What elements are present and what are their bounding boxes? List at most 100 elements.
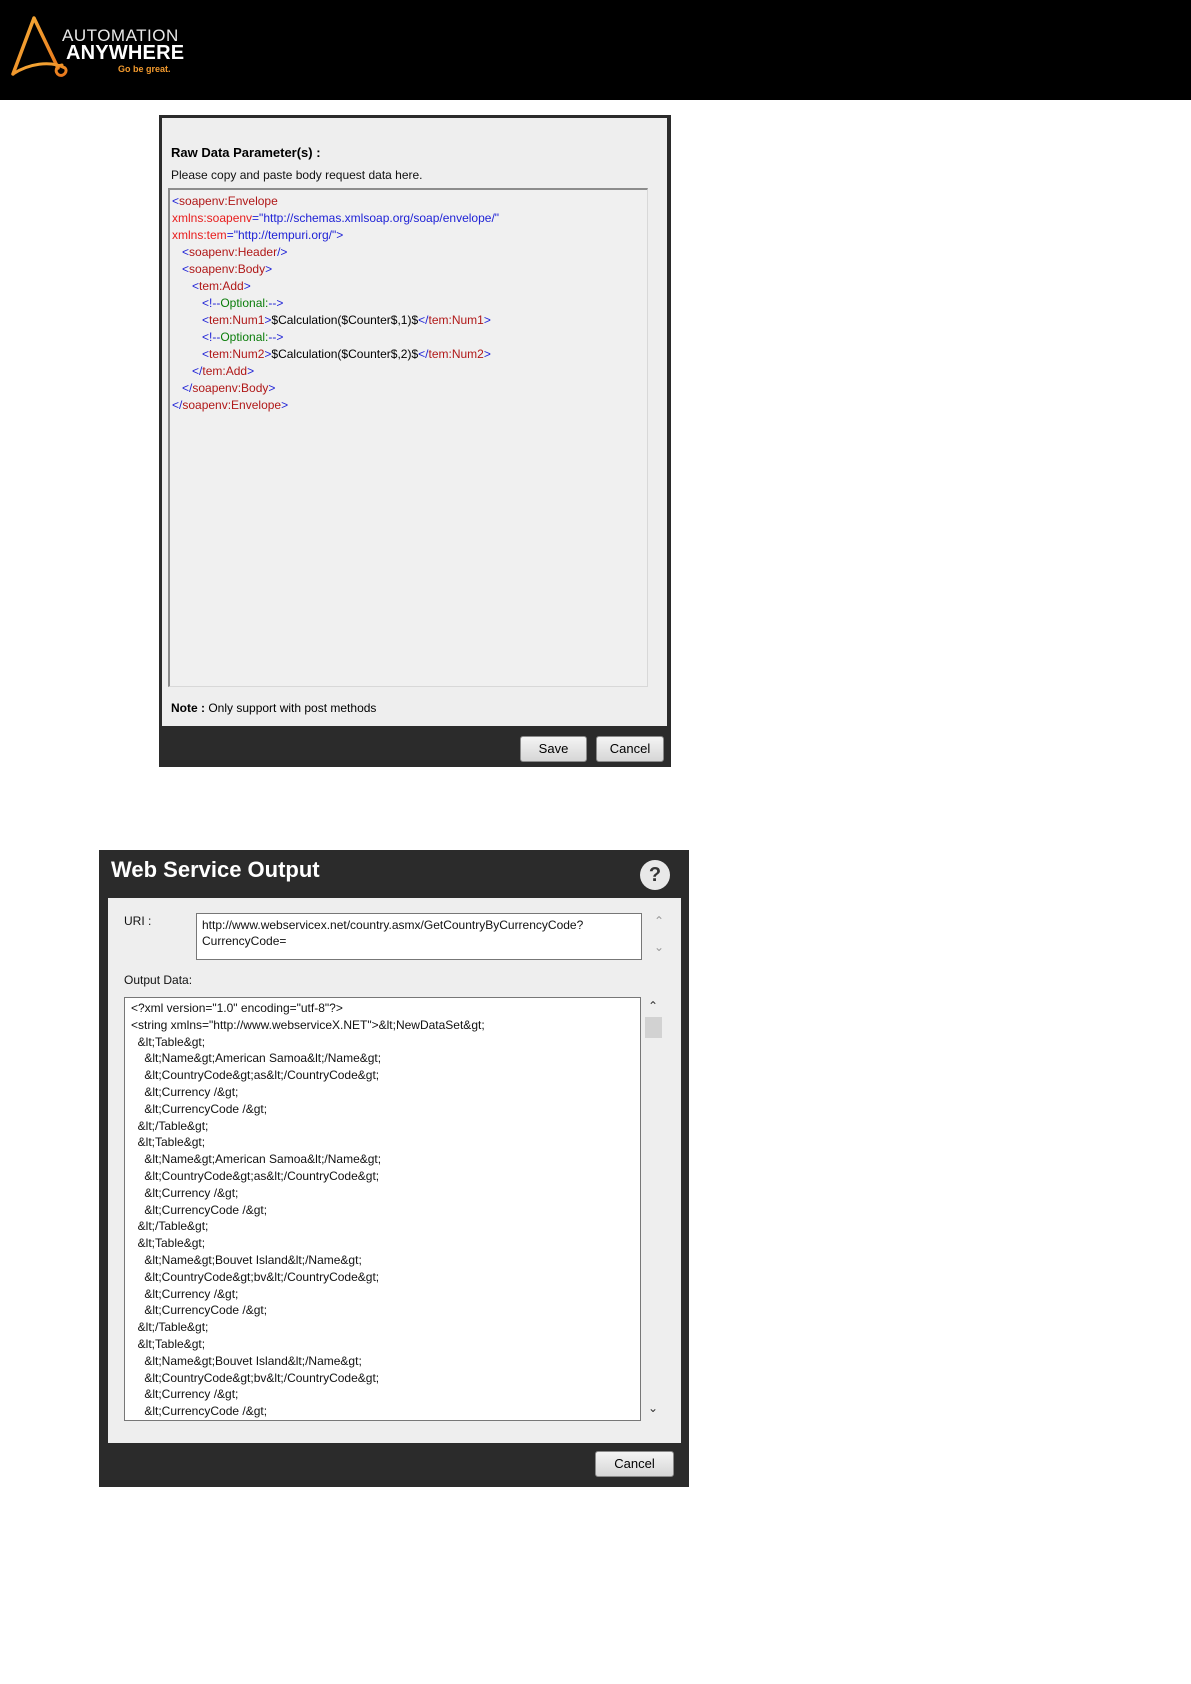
xml-token: <!-- — [172, 330, 221, 344]
output-line: &lt;Table&gt; — [131, 1034, 206, 1049]
header-bar: AUTOMATION ANYWHERE Go be great. — [0, 0, 1191, 100]
scroll-up-icon[interactable]: ⌃ — [648, 999, 658, 1013]
xml-token: </ — [418, 347, 429, 361]
xml-token: </ — [172, 381, 193, 395]
xml-token: tem:Num1 — [209, 313, 265, 327]
output-data-label: Output Data: — [124, 973, 193, 987]
output-line: &lt;CurrencyCode /&gt; — [131, 1101, 268, 1116]
scroll-down-icon[interactable]: ⌄ — [648, 1401, 658, 1415]
xml-line: </soapenv:Body> — [172, 380, 647, 397]
uri-field[interactable]: http://www.webservicex.net/country.asmx/… — [196, 913, 642, 960]
save-button[interactable]: Save — [520, 736, 587, 762]
output-line: &lt;/Table&gt; — [131, 1219, 209, 1234]
raw-data-dialog-body: Raw Data Parameter(s) : Please copy and … — [162, 118, 667, 726]
xml-line: </soapenv:Envelope> — [172, 397, 647, 414]
output-line: &lt;Name&gt;American Samoa&lt;/Name&gt; — [131, 1051, 382, 1066]
xml-token: $Calculation($Counter$,1)$ — [271, 313, 419, 327]
output-line: &lt;CountryCode&gt;as&lt;/CountryCode&gt… — [131, 1068, 380, 1083]
xml-token: tem:Num2 — [209, 347, 265, 361]
xml-token: < — [172, 194, 180, 208]
xml-token: soapenv:Body — [189, 262, 266, 276]
output-line: &lt;CurrencyCode /&gt; — [131, 1303, 268, 1318]
output-line: &lt;/Table&gt; — [131, 1118, 209, 1133]
xml-token: > — [483, 347, 491, 361]
xml-token: < — [172, 245, 190, 259]
uri-label: URI : — [124, 914, 152, 928]
automation-anywhere-logo: AUTOMATION ANYWHERE Go be great. — [10, 14, 200, 80]
output-line: &lt;/Table&gt; — [131, 1320, 209, 1335]
output-line: &lt;Name&gt;Bouvet Island&lt;/Name&gt; — [131, 1252, 362, 1267]
logo-a-mark-icon — [11, 16, 68, 77]
xml-token: </ — [172, 398, 183, 412]
uri-line-1: http://www.webservicex.net/country.asmx/… — [202, 918, 584, 932]
output-line: &lt;CountryCode&gt;as&lt;/CountryCode&gt… — [131, 1168, 380, 1183]
xml-line: <tem:Num1>$Calculation($Counter$,1)$</te… — [172, 312, 647, 329]
xml-token: ="http://schemas.xmlsoap.org/soap/envelo… — [252, 211, 500, 225]
uri-line-2: CurrencyCode= — [202, 934, 287, 948]
note-label: Note : — [171, 701, 205, 715]
output-line: <?xml version="1.0" encoding="utf-8"?> — [131, 1001, 343, 1015]
scrollbar-thumb[interactable] — [645, 1017, 662, 1038]
xml-token: > — [243, 279, 251, 293]
output-line: &lt;Table&gt; — [131, 1336, 206, 1351]
output-line: <string xmlns="http://www.webserviceX.NE… — [131, 1017, 485, 1032]
raw-data-dialog: Raw Data Parameter(s) : Please copy and … — [159, 115, 671, 767]
xml-token: tem:Add — [202, 364, 248, 378]
raw-data-heading: Raw Data Parameter(s) : — [171, 145, 321, 160]
xml-token: </ — [418, 313, 429, 327]
uri-scroll-down-icon[interactable]: ⌄ — [654, 940, 664, 954]
logo-text-anywhere: ANYWHERE — [66, 42, 185, 64]
output-line: &lt;Table&gt; — [131, 1236, 206, 1251]
xml-line: <soapenv:Header/> — [172, 244, 647, 261]
note-text: Only support with post methods — [205, 701, 377, 715]
raw-data-textarea[interactable]: <soapenv:Envelope xmlns:soapenv="http://s… — [168, 188, 648, 687]
xml-token: soapenv:Envelope — [179, 194, 278, 208]
xml-token: /> — [277, 245, 288, 259]
post-method-note: Note : Only support with post methods — [171, 701, 376, 715]
xml-line: <tem:Num2>$Calculation($Counter$,2)$</te… — [172, 346, 647, 363]
xml-line: xmlns:soapenv="http://schemas.xmlsoap.or… — [172, 210, 647, 227]
xml-token: tem:Num1 — [428, 313, 484, 327]
xml-token: soapenv:Envelope — [182, 398, 282, 412]
xml-line: <!--Optional:--> — [172, 329, 647, 346]
xml-token: > — [268, 381, 276, 395]
cancel-button[interactable]: Cancel — [596, 736, 664, 762]
output-line: &lt;Currency /&gt; — [131, 1286, 239, 1301]
xml-line: <soapenv:Body> — [172, 261, 647, 278]
xml-token: --> — [268, 296, 284, 310]
xml-token: $Calculation($Counter$,2)$ — [271, 347, 419, 361]
output-line: &lt;Currency /&gt; — [131, 1185, 239, 1200]
xml-token: tem:Num2 — [428, 347, 484, 361]
xml-token: > — [265, 262, 273, 276]
raw-data-hint: Please copy and paste body request data … — [171, 168, 423, 182]
xml-token: > — [281, 398, 289, 412]
output-dialog-body: URI : http://www.webservicex.net/country… — [108, 898, 681, 1443]
xml-token: soapenv:Header — [189, 245, 278, 259]
xml-line: <tem:Add> — [172, 278, 647, 295]
xml-line: </tem:Add> — [172, 363, 647, 380]
xml-line: <!--Optional:--> — [172, 295, 647, 312]
xml-token: < — [172, 262, 190, 276]
output-line: &lt;CurrencyCode /&gt; — [131, 1202, 268, 1217]
xml-token: Optional: — [220, 330, 269, 344]
output-data-textarea[interactable]: <?xml version="1.0" encoding="utf-8"?> <s… — [124, 997, 641, 1421]
output-line: &lt;Currency /&gt; — [131, 1084, 239, 1099]
output-line: &lt;CountryCode&gt;bv&lt;/CountryCode&gt… — [131, 1370, 380, 1385]
xml-token: < — [172, 313, 210, 327]
help-icon[interactable]: ? — [640, 860, 670, 890]
uri-scroll-up-icon[interactable]: ⌃ — [654, 914, 664, 928]
output-line: &lt;Table&gt; — [131, 1135, 206, 1150]
xml-token: <!-- — [172, 296, 221, 310]
xml-token: --> — [268, 330, 284, 344]
xml-line: <soapenv:Envelope — [172, 193, 647, 210]
xml-token: < — [172, 279, 200, 293]
output-line: &lt;CountryCode&gt;bv&lt;/CountryCode&gt… — [131, 1269, 380, 1284]
output-scrollbar[interactable]: ⌃ ⌄ — [644, 997, 664, 1421]
logo-tagline: Go be great. — [118, 64, 171, 74]
output-cancel-button[interactable]: Cancel — [595, 1451, 674, 1477]
xml-token: > — [247, 364, 255, 378]
xml-token: </ — [172, 364, 203, 378]
xml-line: xmlns:tem="http://tempuri.org/"> — [172, 227, 647, 244]
output-line: &lt;Currency /&gt; — [131, 1387, 239, 1402]
xml-token: tem:Add — [199, 279, 244, 293]
